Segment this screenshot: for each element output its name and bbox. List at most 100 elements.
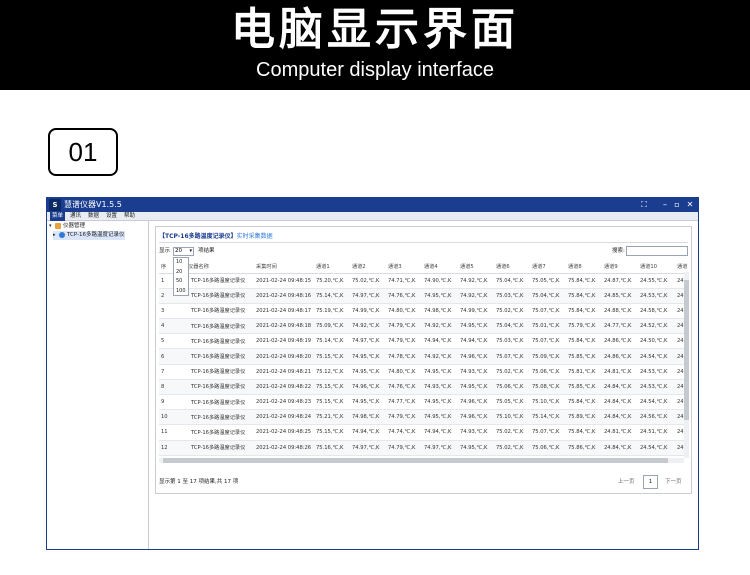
fullscreen-icon[interactable]: ⛶ bbox=[638, 198, 650, 212]
page-size-select[interactable]: 20 ▾ bbox=[173, 247, 194, 256]
table-row[interactable]: 4 TCP-16多路温度记录仪 2021-02-24 09:48:18 75.09,℃… bbox=[159, 318, 688, 335]
table-cell: 74.80,℃,K bbox=[386, 364, 422, 380]
table-cell: 24.53,℃,K bbox=[638, 379, 675, 396]
tree-label: 仪器管理 bbox=[63, 223, 86, 229]
table-cell: 24.54,℃,K bbox=[638, 394, 675, 411]
table-cell: 75.15,℃,K bbox=[314, 379, 350, 396]
close-button[interactable]: ✕ bbox=[684, 198, 696, 212]
folder-icon bbox=[55, 222, 61, 229]
table-row[interactable]: 6 TCP-16多路温度记录仪 2021-02-24 09:48:20 75.15,℃… bbox=[159, 348, 688, 365]
column-header[interactable]: 通道7 bbox=[530, 260, 566, 274]
table-cell: 74.98,℃,K bbox=[350, 409, 386, 426]
table-cell: 2021-02-24 09:48:18 bbox=[254, 318, 314, 335]
table-cell: 8 bbox=[159, 379, 186, 396]
search-label: 搜索: bbox=[612, 248, 625, 254]
table-row[interactable]: 1 TCP-16多路温度记录仪 2021-02-24 09:48:15 75.20,℃… bbox=[159, 273, 688, 289]
column-header[interactable]: 通道8 bbox=[566, 260, 602, 274]
scrollbar-thumb[interactable] bbox=[684, 280, 689, 420]
minimize-button[interactable]: – bbox=[659, 198, 671, 212]
table-cell: 75.07,℃,K bbox=[530, 333, 566, 350]
scrollbar-thumb[interactable] bbox=[163, 458, 668, 463]
table-cell: 74.93,℃,K bbox=[458, 424, 494, 441]
vertical-scrollbar[interactable] bbox=[684, 272, 689, 458]
table-row[interactable]: 2 TCP-16多路温度记录仪 2021-02-24 09:48:16 75.14,℃… bbox=[159, 288, 688, 304]
table-cell: 74.79,℃,K bbox=[386, 318, 422, 335]
tree-item-tcp16[interactable]: ▸ TCP-16多路温度记录仪 bbox=[53, 231, 125, 240]
table-cell: 75.84,℃,K bbox=[566, 333, 602, 350]
table-cell: 2021-02-24 09:48:16 bbox=[254, 288, 314, 304]
tree-item-instrument-management[interactable]: ▾ 仪器管理 bbox=[49, 222, 85, 231]
table-cell: 24.81,℃,K bbox=[602, 424, 638, 441]
current-page-button[interactable]: 1 bbox=[643, 475, 658, 489]
menu-item-menu[interactable]: 菜单 bbox=[50, 212, 66, 221]
page-size-option[interactable]: 20 bbox=[174, 268, 188, 278]
table-cell: 74.96,℃,K bbox=[350, 379, 386, 396]
column-header[interactable]: 通道3 bbox=[386, 260, 422, 274]
table-cell: 74.97,℃,K bbox=[350, 440, 386, 456]
table-cell: 24.84,℃,K bbox=[602, 394, 638, 411]
search-input[interactable] bbox=[626, 246, 688, 256]
table-cell: 2021-02-24 09:48:22 bbox=[254, 379, 314, 396]
table-cell: 74.95,℃,K bbox=[350, 348, 386, 365]
menu-item-help[interactable]: 帮助 bbox=[122, 212, 137, 221]
table-cell: 75.19,℃,K bbox=[314, 303, 350, 320]
prev-page-button[interactable]: 上一页 bbox=[618, 478, 635, 487]
table-row[interactable]: 7 TCP-16多路温度记录仪 2021-02-24 09:48:21 75.12,℃… bbox=[159, 364, 688, 380]
next-page-button[interactable]: 下一页 bbox=[665, 478, 682, 487]
column-header[interactable]: 仪器名称 bbox=[186, 260, 254, 274]
table-row[interactable]: 9 TCP-16多路温度记录仪 2021-02-24 09:48:23 75.15,℃… bbox=[159, 394, 688, 411]
page-size-option[interactable]: 100 bbox=[174, 287, 188, 297]
table-cell: 75.09,℃,K bbox=[530, 348, 566, 365]
column-header[interactable]: 通道4 bbox=[422, 260, 458, 274]
table-cell: 24.51,℃,K bbox=[638, 424, 675, 441]
table-cell: 24.56,℃,K bbox=[638, 409, 675, 426]
table-row[interactable]: 3 TCP-16多路温度记录仪 2021-02-24 09:48:17 75.19,℃… bbox=[159, 303, 688, 320]
table-cell: 24.50,℃,K bbox=[638, 333, 675, 350]
table-cell: 75.05,℃,K bbox=[494, 394, 530, 411]
title-bar[interactable]: S 慧谱仪器V1.5.5 ⛶ – ▫ ✕ bbox=[47, 198, 698, 212]
table-cell: 24.84,℃,K bbox=[602, 409, 638, 426]
column-header[interactable]: 采集时间 bbox=[254, 260, 314, 274]
table-row[interactable]: 12 TCP-16多路温度记录仪 2021-02-24 09:48:26 75.16,… bbox=[159, 440, 688, 456]
table-cell: 74.76,℃,K bbox=[386, 288, 422, 304]
column-header[interactable]: 通道6 bbox=[494, 260, 530, 274]
menu-item-data[interactable]: 数据 bbox=[86, 212, 101, 221]
table-cell: TCP-16多路温度记录仪 bbox=[186, 440, 254, 456]
tree-label: TCP-16多路温度记录仪 bbox=[67, 232, 125, 238]
table-cell: 75.02,℃,K bbox=[494, 440, 530, 456]
page-size-option[interactable]: 10 bbox=[174, 258, 188, 268]
table-cell: TCP-16多路温度记录仪 bbox=[186, 394, 254, 411]
table-cell: 75.84,℃,K bbox=[566, 394, 602, 411]
table-row[interactable]: 11 TCP-16多路温度记录仪 2021-02-24 09:48:25 75.15,… bbox=[159, 424, 688, 441]
column-header[interactable]: 通道10 bbox=[638, 260, 675, 274]
table-cell: 2021-02-24 09:48:25 bbox=[254, 424, 314, 441]
table-cell: 75.06,℃,K bbox=[494, 379, 530, 396]
menu-item-communication[interactable]: 通讯 bbox=[68, 212, 83, 221]
table-cell: TCP-16多路温度记录仪 bbox=[186, 303, 254, 320]
table-cell: TCP-16多路温度记录仪 bbox=[186, 424, 254, 441]
menu-item-settings[interactable]: 设置 bbox=[104, 212, 119, 221]
column-header[interactable]: 通道1 bbox=[314, 260, 350, 274]
column-header[interactable]: 通道9 bbox=[602, 260, 638, 274]
table-row[interactable]: 8 TCP-16多路温度记录仪 2021-02-24 09:48:22 75.15,℃… bbox=[159, 379, 688, 396]
table-cell: 75.04,℃,K bbox=[530, 288, 566, 304]
table-row[interactable]: 10 TCP-16多路温度记录仪 2021-02-24 09:48:24 75.21,… bbox=[159, 409, 688, 426]
table-cell: 74.96,℃,K bbox=[458, 394, 494, 411]
column-header[interactable]: 通道2 bbox=[350, 260, 386, 274]
table-cell: 24.86,℃,K bbox=[602, 333, 638, 350]
table-cell: 74.95,℃,K bbox=[422, 394, 458, 411]
table-cell: 74.95,℃,K bbox=[422, 288, 458, 304]
table-cell: 74.95,℃,K bbox=[458, 379, 494, 396]
horizontal-scrollbar[interactable] bbox=[159, 458, 684, 463]
maximize-button[interactable]: ▫ bbox=[671, 198, 683, 212]
page-size-option[interactable]: 50 bbox=[174, 277, 188, 287]
table-row[interactable]: 5 TCP-16多路温度记录仪 2021-02-24 09:48:19 75.14,℃… bbox=[159, 333, 688, 350]
table-cell: 75.15,℃,K bbox=[314, 424, 350, 441]
table-cell: 75.07,℃,K bbox=[530, 303, 566, 320]
panel-title-link[interactable]: 实时采集数据 bbox=[237, 233, 273, 240]
column-header[interactable]: 通道5 bbox=[458, 260, 494, 274]
table-cell: 75.03,℃,K bbox=[494, 333, 530, 350]
table-cell: 24.81,℃,K bbox=[602, 364, 638, 380]
table-cell: 75.02,℃,K bbox=[350, 273, 386, 289]
table-cell: 24.85,℃,K bbox=[602, 288, 638, 304]
